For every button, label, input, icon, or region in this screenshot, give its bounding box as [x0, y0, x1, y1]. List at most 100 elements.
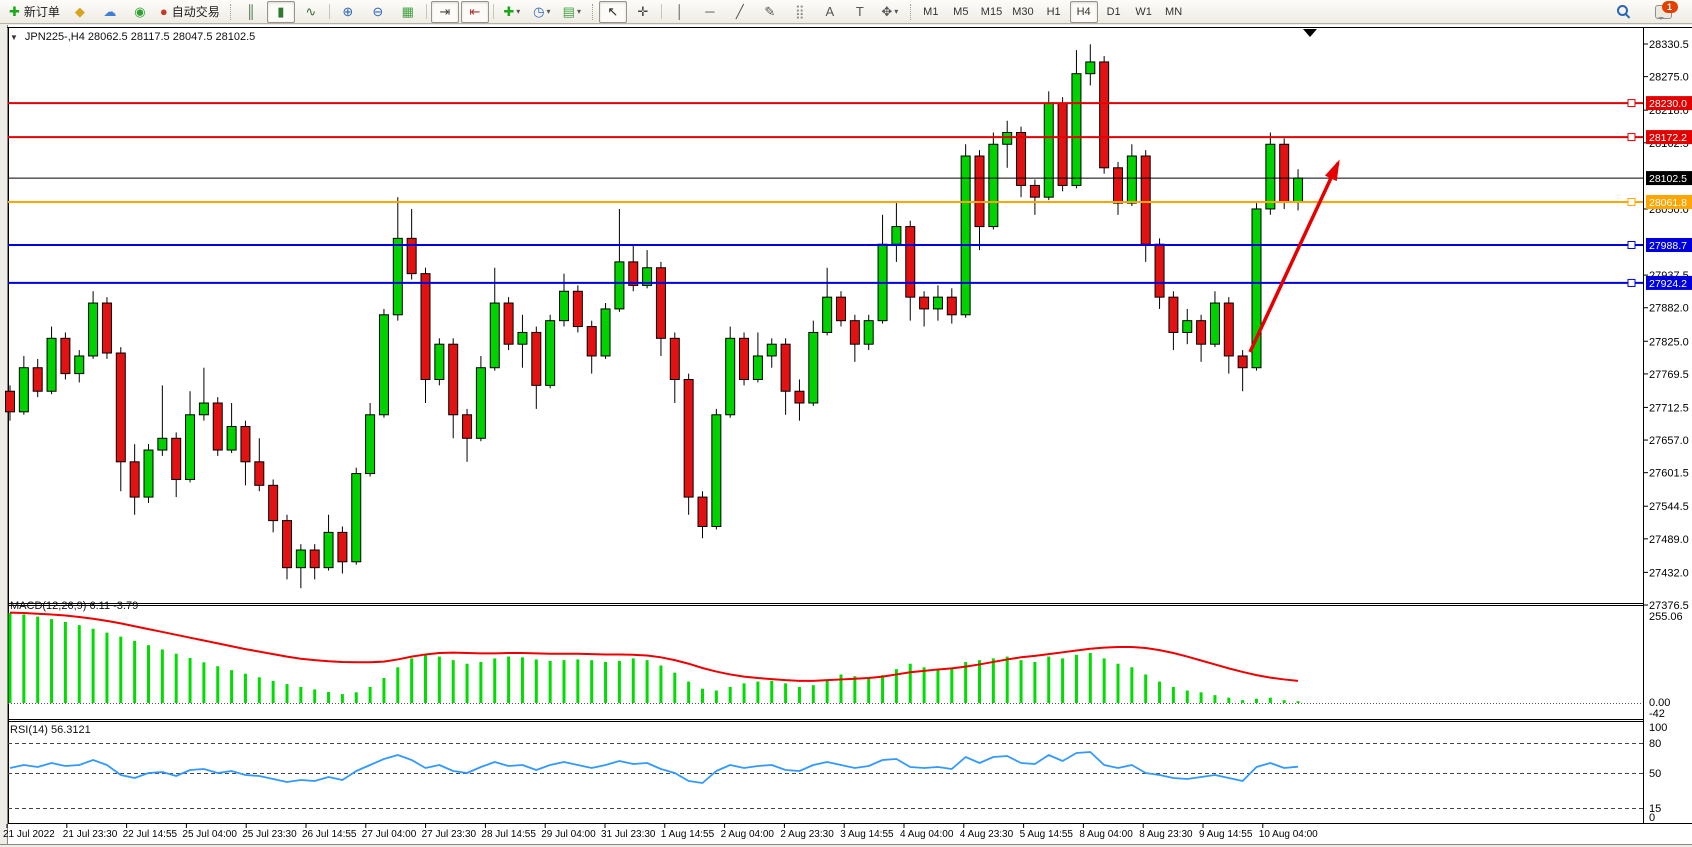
templates-button[interactable]: ▤▾ [558, 1, 586, 23]
time-axis-label: 10 Aug 04:00 [1259, 829, 1318, 840]
candle [947, 297, 956, 315]
candle [684, 379, 693, 497]
line-handle[interactable] [1628, 100, 1635, 107]
chart-title: JPN225-,H4 28062.5 28117.5 28047.5 28102… [25, 31, 255, 43]
timeframe-label: M5 [953, 6, 968, 18]
price-tick-label: 27601.5 [1649, 468, 1689, 480]
candlestick-chart-button[interactable]: ▮ [267, 1, 295, 23]
crosshair-icon: ✛ [637, 5, 648, 18]
price-tick-label: 27825.0 [1649, 336, 1689, 348]
price-tick-label: 27657.0 [1649, 435, 1689, 447]
timeframe-m1-button[interactable]: M1 [917, 1, 945, 23]
equidistant-channel-button[interactable]: ✎ [756, 1, 784, 23]
timeframe-m5-button[interactable]: M5 [947, 1, 975, 23]
timeframe-m15-button[interactable]: M15 [977, 1, 1006, 23]
chart-shift-button[interactable]: ⇤ [461, 1, 489, 23]
line-chart-icon: ∿ [305, 5, 316, 18]
periods-button[interactable]: ◷▾ [528, 1, 556, 23]
chevron-down-icon[interactable]: ▼ [10, 33, 18, 42]
chat-bubble-icon: 1 [1655, 5, 1672, 19]
candle [102, 303, 111, 353]
crosshair-button[interactable]: ✛ [629, 1, 657, 23]
candle [476, 368, 485, 439]
charts-button[interactable]: ◆ [66, 1, 94, 23]
time-axis-label: 2 Aug 04:00 [721, 829, 775, 840]
candle [435, 344, 444, 379]
time-axis-label: 25 Jul 04:00 [182, 829, 237, 840]
candle [1017, 133, 1026, 186]
candle [560, 291, 569, 320]
chart-shift-icon: ⇤ [469, 5, 480, 18]
dropdown-caret-icon: ▾ [894, 7, 898, 16]
candle [587, 327, 596, 356]
line-handle[interactable] [1628, 279, 1635, 286]
candle [241, 427, 250, 462]
alerts-button[interactable]: ◉ [126, 1, 154, 23]
text-button[interactable]: A [816, 1, 844, 23]
line-chart-button[interactable]: ∿ [297, 1, 325, 23]
macd-scale-max: 255.06 [1649, 611, 1683, 623]
candle [379, 315, 388, 415]
candle [1086, 62, 1095, 74]
candle [33, 368, 42, 392]
horizontal-line-button[interactable]: ─ [696, 1, 724, 23]
candle [449, 344, 458, 415]
rsi-scale-label: 50 [1649, 768, 1661, 780]
candle [1030, 185, 1039, 197]
timeframe-m30-button[interactable]: M30 [1008, 1, 1037, 23]
zoom-out-icon: ⊖ [372, 5, 383, 18]
autotrading-button[interactable]: ●自动交易 [156, 1, 224, 23]
profiles-button[interactable]: ☁ [96, 1, 124, 23]
price-tick-label: 27544.5 [1649, 501, 1689, 513]
search-button[interactable] [1609, 1, 1637, 23]
line-handle[interactable] [1628, 199, 1635, 206]
time-axis-label: 27 Jul 04:00 [362, 829, 417, 840]
cursor-button[interactable]: ↖ [599, 1, 627, 23]
zoom-in-button[interactable]: ⊕ [334, 1, 362, 23]
candle [920, 297, 929, 309]
timeframe-h4-button[interactable]: H4 [1070, 1, 1098, 23]
timeframe-mn-button[interactable]: MN [1160, 1, 1188, 23]
dropdown-caret-icon: ▾ [577, 7, 581, 16]
timeframe-label: H1 [1047, 6, 1061, 18]
candle [1114, 168, 1123, 203]
chart-area: 28330.528275.028218.028162.528050.027937… [0, 0, 1692, 847]
indicators-button[interactable]: ✚▾ [498, 1, 526, 23]
shapes-button[interactable]: ✥▾ [876, 1, 904, 23]
price-badge-label: 28172.2 [1649, 132, 1687, 144]
chat-button[interactable]: 1 [1649, 1, 1677, 23]
candle [850, 321, 859, 345]
candle [740, 338, 749, 379]
fibonacci-button[interactable]: ⣿ [786, 1, 814, 23]
line-handle[interactable] [1628, 241, 1635, 248]
tile-windows-button[interactable]: ▦ [394, 1, 422, 23]
rsi-indicator-label: RSI(14) 56.3121 [10, 724, 91, 736]
vertical-line-button[interactable]: │ [666, 1, 694, 23]
search-icon [1617, 5, 1630, 18]
price-badge-label: 27988.7 [1649, 240, 1687, 252]
bar-chart-icon: ║ [246, 5, 255, 18]
bar-chart-button[interactable]: ║ [237, 1, 265, 23]
candle [1058, 103, 1067, 185]
timeframe-d1-button[interactable]: D1 [1100, 1, 1128, 23]
button-label: 自动交易 [172, 3, 220, 20]
auto-scroll-button[interactable]: ⇥ [431, 1, 459, 23]
new-order-button[interactable]: ✚新订单 [5, 1, 64, 23]
candle [1127, 156, 1136, 203]
candle [1155, 244, 1164, 297]
line-handle[interactable] [1628, 134, 1635, 141]
candle [352, 474, 361, 562]
candle [116, 353, 125, 462]
candle [61, 338, 70, 373]
timeframe-w1-button[interactable]: W1 [1130, 1, 1158, 23]
time-axis-label: 5 Aug 14:55 [1020, 829, 1074, 840]
label-button[interactable]: T [846, 1, 874, 23]
timeframe-h1-button[interactable]: H1 [1040, 1, 1068, 23]
rsi-scale-label: 100 [1649, 722, 1667, 734]
zoom-out-button[interactable]: ⊖ [364, 1, 392, 23]
rsi-scale-label: 80 [1649, 738, 1661, 750]
price-tick-label: 27882.0 [1649, 303, 1689, 315]
candle [1238, 356, 1247, 368]
trendline-button[interactable]: ╱ [726, 1, 754, 23]
candle [518, 332, 527, 344]
